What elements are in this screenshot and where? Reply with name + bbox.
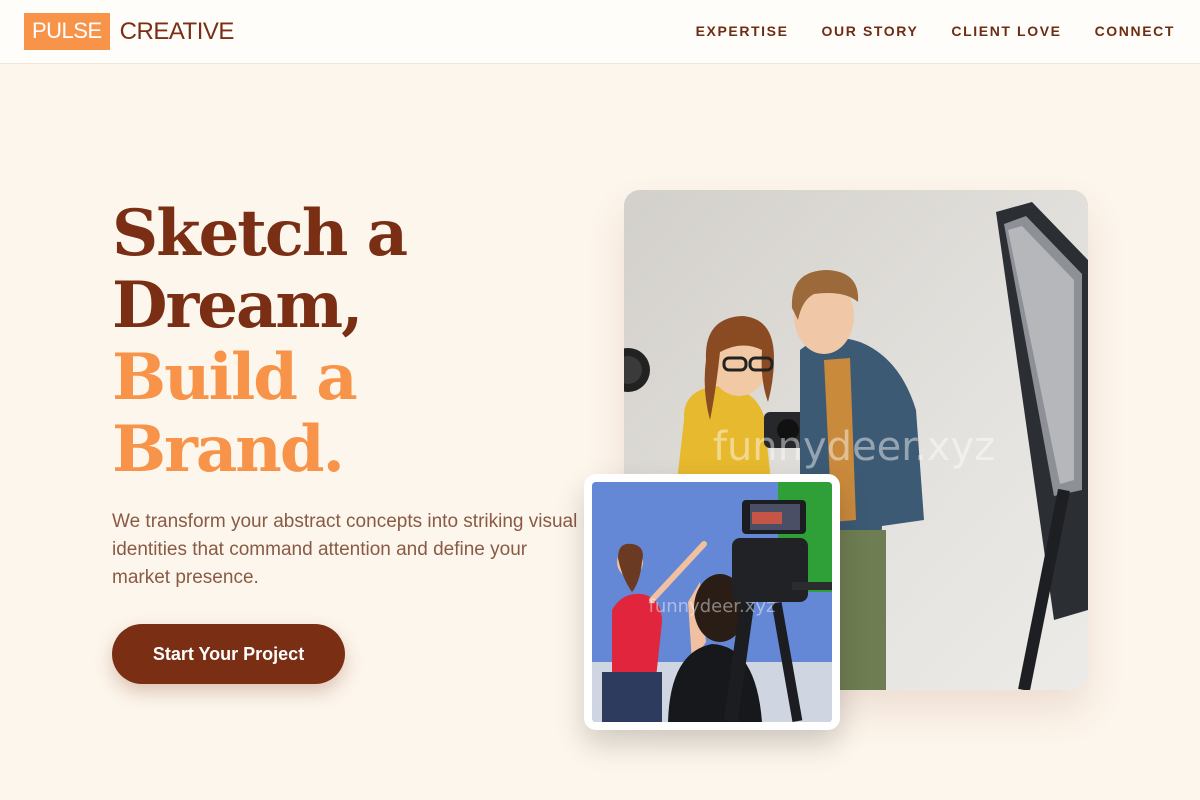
logo-box: PULSE bbox=[24, 13, 110, 50]
site-header: PULSE CREATIVE EXPERTISE OUR STORY CLIEN… bbox=[0, 0, 1200, 64]
hero-title-line: Dream, bbox=[112, 268, 363, 343]
hero-description: We transform your abstract concepts into… bbox=[112, 511, 578, 588]
main-nav: EXPERTISE OUR STORY CLIENT LOVE CONNECT bbox=[696, 22, 1175, 40]
hero-title-accent-line: Brand. bbox=[112, 412, 345, 487]
hero-title: Sketch a Dream, Build a Brand. bbox=[112, 196, 408, 487]
nav-expertise[interactable]: EXPERTISE bbox=[696, 22, 789, 40]
watermark-text: funnydeer.xyz bbox=[713, 424, 995, 470]
nav-connect[interactable]: CONNECT bbox=[1095, 22, 1175, 40]
logo-text: CREATIVE bbox=[119, 17, 235, 45]
start-project-button[interactable]: Start Your Project bbox=[112, 624, 345, 684]
hero-title-accent-line: Build a bbox=[112, 340, 358, 415]
nav-our-story[interactable]: OUR STORY bbox=[822, 22, 919, 40]
hero-title-line: Sketch a bbox=[112, 196, 408, 271]
nav-client-love[interactable]: CLIENT LOVE bbox=[951, 22, 1061, 40]
watermark-text: funnydeer.xyz bbox=[648, 596, 775, 617]
production-photo: funnydeer.xyz bbox=[584, 474, 840, 730]
brand-logo[interactable]: PULSE CREATIVE bbox=[24, 13, 234, 50]
